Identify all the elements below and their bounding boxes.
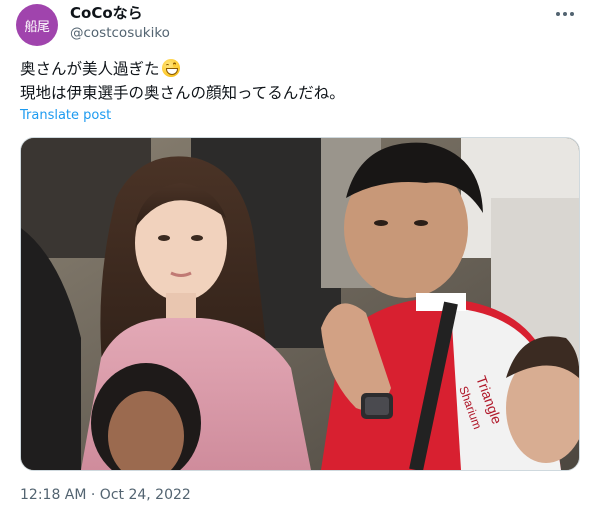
photo-illustration: Triangle Sharium (21, 138, 579, 470)
tweet-line-2: 現地は伊東選手の奥さんの顔知ってるんだね。 (20, 84, 345, 102)
user-info: CoCoなら @costcosukiko (70, 4, 170, 43)
avatar[interactable]: 船尾 (16, 4, 58, 46)
tweet-text: 奥さんが美人過ぎた 現地は伊東選手の奥さんの顔知ってるんだね。 (20, 57, 575, 105)
post-timestamp[interactable]: 12:18 AM · Oct 24, 2022 (20, 487, 191, 503)
display-name[interactable]: CoCoなら (70, 4, 170, 22)
user-handle[interactable]: @costcosukiko (70, 23, 170, 43)
translate-post-link[interactable]: Translate post (20, 108, 111, 123)
tweet-line-1: 奥さんが美人過ぎた (20, 60, 160, 78)
more-options-icon[interactable] (556, 12, 574, 16)
tweet-photo[interactable]: Triangle Sharium (20, 137, 580, 471)
grinning-face-icon (161, 59, 180, 77)
